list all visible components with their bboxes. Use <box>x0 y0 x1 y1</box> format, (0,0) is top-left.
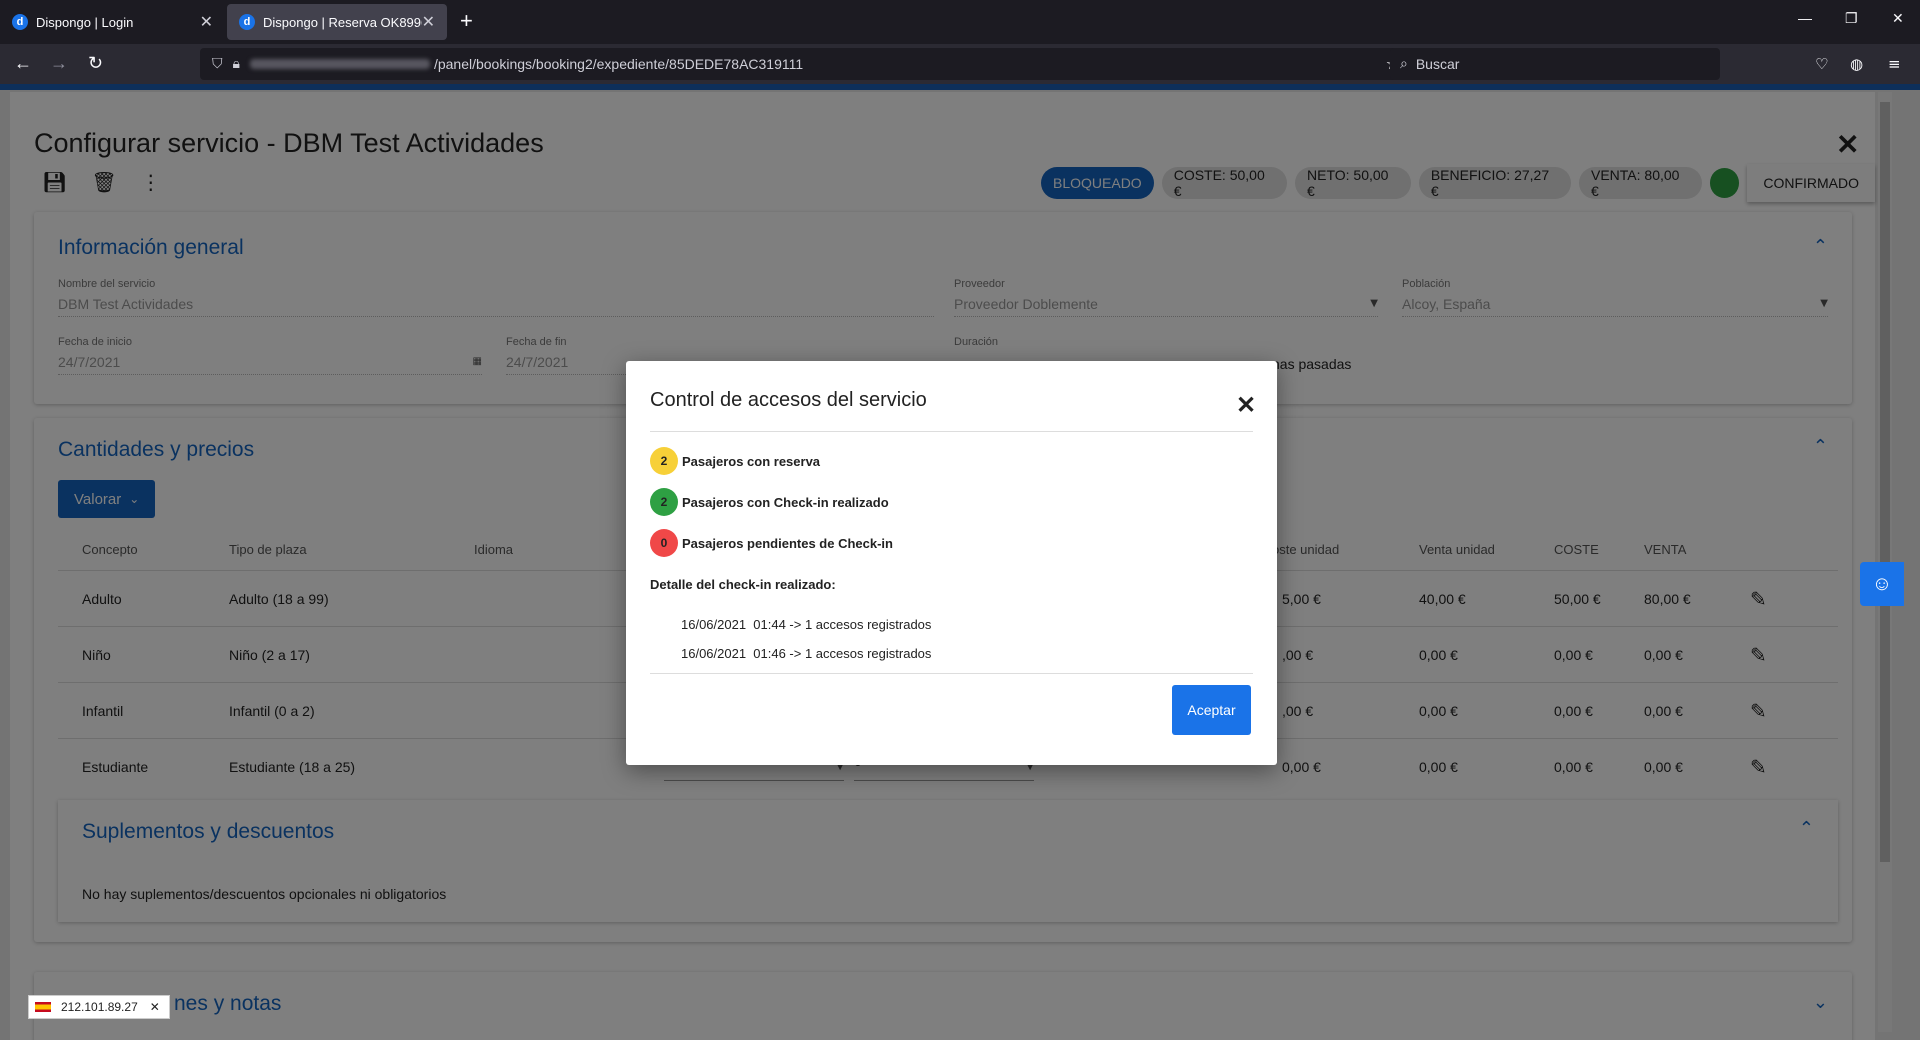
stat-label: Pasajeros pendientes de Check-in <box>682 535 893 551</box>
reload-icon[interactable]: ↻ <box>88 53 103 74</box>
browser-navbar: ← → ↻ ⛉ 🔒︎ /panel/bookings/booking2/expe… <box>0 44 1920 84</box>
close-icon[interactable]: ✕ <box>150 1000 160 1014</box>
access-control-modal: Control de accesos del servicio ✕ 2 Pasa… <box>626 361 1277 765</box>
pocket-icon[interactable]: ♡ <box>1815 55 1828 73</box>
search-input[interactable]: ⌕ Buscar <box>1390 48 1720 80</box>
tab-label: Dispongo | Reserva OK8996 <box>263 14 422 30</box>
detail-title: Detalle del check-in realizado: <box>650 577 836 592</box>
shield-icon: ⛉ <box>212 56 223 72</box>
new-tab-icon[interactable]: + <box>460 8 473 34</box>
accept-button[interactable]: Aceptar <box>1172 685 1251 735</box>
count-badge: 2 <box>650 447 678 475</box>
browser-tabbar: d Dispongo | Login ✕ d Dispongo | Reserv… <box>0 0 1920 44</box>
restore-icon[interactable]: ❐ <box>1845 10 1858 27</box>
ip-address: 212.101.89.27 <box>61 1000 138 1014</box>
back-icon[interactable]: ← <box>14 53 32 74</box>
divider <box>650 673 1253 674</box>
detail-line: 16/06/2021 01:46 -> 1 accesos registrado… <box>681 646 932 661</box>
ip-indicator: 212.101.89.27 ✕ <box>28 995 170 1019</box>
divider <box>650 431 1253 432</box>
window-close-icon[interactable]: ✕ <box>1892 10 1904 27</box>
modal-title: Control de accesos del servicio <box>650 389 927 411</box>
stat-label: Pasajeros con Check-in realizado <box>682 494 889 510</box>
url-text: /panel/bookings/booking2/expediente/85DE… <box>433 56 804 72</box>
stat-reserved: 2 Pasajeros con reserva <box>650 447 820 475</box>
forward-icon[interactable]: → <box>50 53 68 74</box>
lock-icon: 🔒︎ <box>232 56 240 72</box>
tab-login[interactable]: d Dispongo | Login ✕ <box>0 4 225 40</box>
url-host-blurred <box>249 59 430 69</box>
chat-widget-icon[interactable]: ☺ <box>1860 562 1904 606</box>
search-icon: ⌕ <box>1400 56 1408 72</box>
tab-reserva[interactable]: d Dispongo | Reserva OK8996 ✕ <box>227 4 447 40</box>
close-icon[interactable]: ✕ <box>1236 391 1256 420</box>
close-icon[interactable]: ✕ <box>200 12 213 32</box>
dispongo-favicon-icon: d <box>239 14 255 30</box>
search-placeholder: Buscar <box>1415 56 1460 72</box>
url-bar[interactable]: ⛉ 🔒︎ /panel/bookings/booking2/expediente… <box>200 48 1410 80</box>
stat-label: Pasajeros con reserva <box>682 453 821 469</box>
tab-label: Dispongo | Login <box>36 14 134 30</box>
stat-checked-in: 2 Pasajeros con Check-in realizado <box>650 488 889 516</box>
spain-flag-icon <box>35 1002 51 1012</box>
extension-icon[interactable]: ◍ <box>1850 55 1863 73</box>
menu-icon[interactable]: ≡ <box>1888 55 1901 73</box>
close-icon[interactable]: ✕ <box>422 12 435 32</box>
count-badge: 2 <box>650 488 678 516</box>
count-badge: 0 <box>650 529 678 557</box>
dispongo-favicon-icon: d <box>12 14 28 30</box>
detail-line: 16/06/2021 01:44 -> 1 accesos registrado… <box>681 617 932 632</box>
stat-pending: 0 Pasajeros pendientes de Check-in <box>650 529 893 557</box>
minimize-icon[interactable]: — <box>1798 10 1812 26</box>
